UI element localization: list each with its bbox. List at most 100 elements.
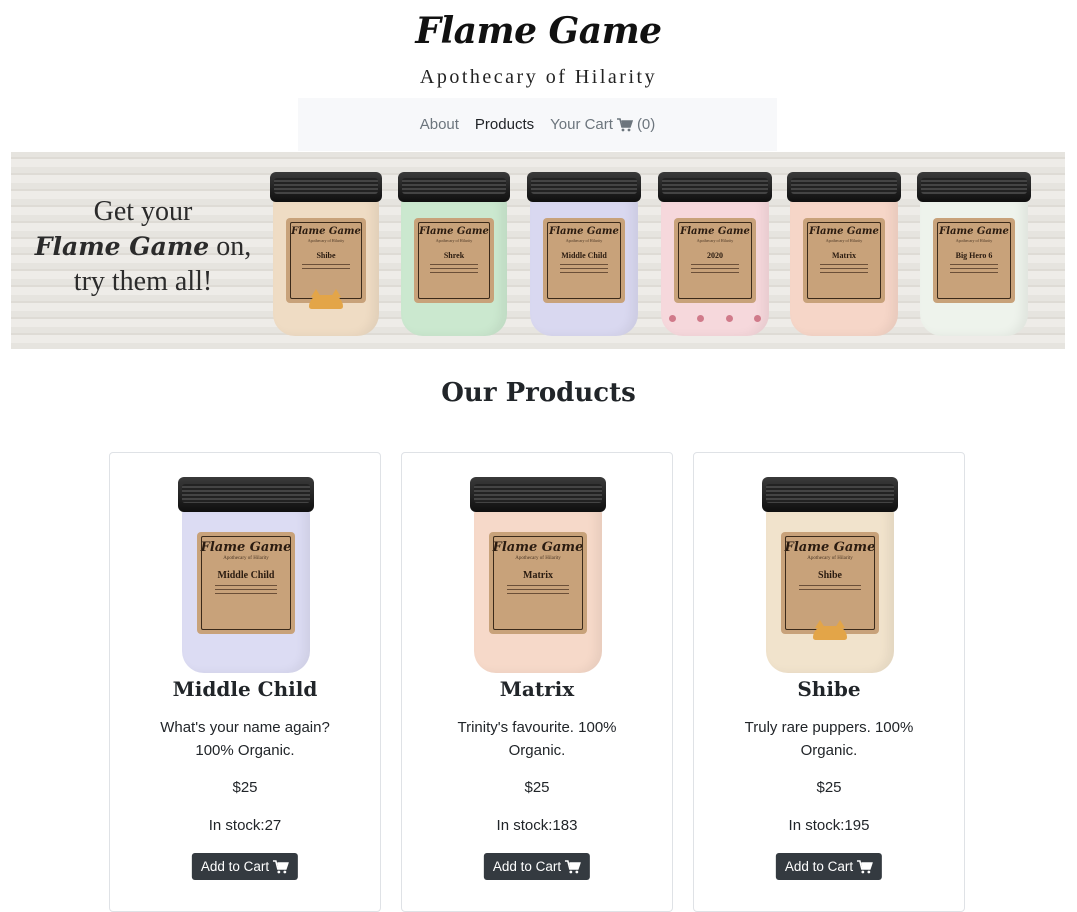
product-image: Flame Game Apothecary of Hilarity Middle… xyxy=(178,477,314,673)
jar-label: Flame Game Apothecary of Hilarity Shibe xyxy=(781,531,879,640)
product-price: $25 xyxy=(232,779,258,796)
section-title: Our Products xyxy=(441,378,636,408)
jar-label: Flame Game Apothecary of Hilarity 2020 xyxy=(673,217,757,304)
jar-label: Flame Game Apothecary of Hilarity Shrek xyxy=(413,217,495,304)
banner-line3: try them all! xyxy=(73,266,213,297)
nav-about[interactable]: About xyxy=(412,116,467,133)
jar-label: Flame Game Apothecary of Hilarity Shibe xyxy=(285,217,367,310)
banner-jar-big-hero-6: Flame Game Apothecary of Hilarity Big He… xyxy=(917,172,1031,336)
jar-label-brand: Flame Game xyxy=(549,225,619,237)
jar-label-lines xyxy=(820,263,868,273)
add-to-cart-button[interactable]: Add to Cart xyxy=(775,853,883,880)
nav-products[interactable]: Products xyxy=(467,116,542,133)
shopping-cart-icon xyxy=(565,859,582,873)
jar-label-sub: Apothecary of Hilarity xyxy=(565,237,603,243)
jar-lid xyxy=(762,477,898,513)
shopping-cart-icon xyxy=(857,859,874,873)
jar-label-name: 2020 xyxy=(707,250,723,260)
jar-label-sub: Apothecary of Hilarity xyxy=(807,555,853,561)
product-image: Flame Game Apothecary of Hilarity Shibe xyxy=(762,477,898,673)
navbar: About Products Your Cart (0) xyxy=(298,98,777,151)
jar-label-lines xyxy=(950,263,998,273)
product-name: Shibe xyxy=(797,677,861,701)
jar-label-sub: Apothecary of Hilarity xyxy=(696,237,734,243)
jar-label: Flame Game Apothecary of Hilarity Middle… xyxy=(542,217,626,304)
jar-lid xyxy=(527,172,641,202)
jar-label-brand: Flame Game xyxy=(291,225,361,237)
add-to-cart-label: Add to Cart xyxy=(200,859,270,874)
jar-lid xyxy=(178,477,314,513)
jar-label-lines xyxy=(799,584,861,590)
cat-ears-icon xyxy=(309,289,343,310)
jar-label-lines xyxy=(507,584,569,594)
jar-label-lines xyxy=(302,263,350,269)
add-to-cart-label: Add to Cart xyxy=(784,859,854,874)
banner-line1: Get your xyxy=(93,196,193,227)
jar-label-name: Shibe xyxy=(316,250,336,260)
jar-label-name: Middle Child xyxy=(217,569,275,581)
product-name: Matrix xyxy=(499,677,575,701)
jar-label-brand: Flame Game xyxy=(492,539,584,555)
flower-dots-decoration xyxy=(669,315,761,322)
add-to-cart-button[interactable]: Add to Cart xyxy=(483,853,591,880)
jar-label-sub: Apothecary of Hilarity xyxy=(955,237,993,243)
jar-label: Flame Game Apothecary of Hilarity Middle… xyxy=(197,531,295,634)
jar-lid xyxy=(398,172,510,202)
jar-label-sub: Apothecary of Hilarity xyxy=(223,555,269,561)
jar-label-sub: Apothecary of Hilarity xyxy=(307,237,345,243)
jar-label-name: Shrek xyxy=(443,250,465,260)
nav-cart[interactable]: Your Cart (0) xyxy=(542,116,663,133)
jar-label-name: Matrix xyxy=(832,250,856,260)
add-to-cart-label: Add to Cart xyxy=(492,859,562,874)
jar-label-name: Big Hero 6 xyxy=(955,250,993,260)
shopping-cart-icon xyxy=(616,117,633,131)
jar-label-sub: Apothecary of Hilarity xyxy=(435,237,473,243)
jar-label-brand: Flame Game xyxy=(419,225,489,237)
banner-jar-shibe: Flame Game Apothecary of Hilarity Shibe xyxy=(270,172,382,336)
nav-cart-count: (0) xyxy=(636,116,656,133)
product-stock: In stock:27 xyxy=(208,817,282,834)
jar-label-lines xyxy=(560,263,608,273)
banner-brand: Flame Game xyxy=(34,232,210,261)
banner-line2-rest: on, xyxy=(209,231,252,262)
nav-cart-label: Your Cart xyxy=(550,116,613,133)
add-to-cart-button[interactable]: Add to Cart xyxy=(191,853,299,880)
jar-label-sub: Apothecary of Hilarity xyxy=(825,237,863,243)
jar-label-name: Matrix xyxy=(523,569,553,581)
tagline: Apothecary of Hilarity xyxy=(419,66,658,88)
product-description: What's your name again? 100% Organic. xyxy=(160,719,330,759)
banner-jar-middle-child: Flame Game Apothecary of Hilarity Middle… xyxy=(527,172,641,336)
product-stock: In stock:195 xyxy=(788,817,870,834)
banner-line2: Flame Game on, xyxy=(33,229,253,264)
jar-lid xyxy=(787,172,901,202)
jar-label-name: Shibe xyxy=(818,569,842,581)
hero-banner: Get your Flame Game on, try them all! Fl… xyxy=(11,152,1065,349)
jar-label-sub: Apothecary of Hilarity xyxy=(515,555,561,561)
jar-lid xyxy=(470,477,606,513)
product-price: $25 xyxy=(816,779,842,796)
jar-label: Flame Game Apothecary of Hilarity Matrix xyxy=(489,531,587,634)
jar-label-lines xyxy=(215,584,277,594)
jar-label-brand: Flame Game xyxy=(200,539,292,555)
product-description: Truly rare puppers. 100% Organic. xyxy=(744,719,914,759)
product-description: Trinity's favourite. 100% Organic. xyxy=(457,719,617,759)
banner-jar-2020: Flame Game Apothecary of Hilarity 2020 xyxy=(658,172,772,336)
jar-label-brand: Flame Game xyxy=(680,225,750,237)
jar-label: Flame Game Apothecary of Hilarity Big He… xyxy=(932,217,1016,304)
banner-jar-shrek: Flame Game Apothecary of Hilarity Shrek xyxy=(398,172,510,336)
product-name: Middle Child xyxy=(172,677,318,701)
banner-jar-matrix: Flame Game Apothecary of Hilarity Matrix xyxy=(787,172,901,336)
jar-label-brand: Flame Game xyxy=(784,539,876,555)
cat-ears-icon xyxy=(813,619,847,640)
product-price: $25 xyxy=(524,779,550,796)
jar-lid xyxy=(658,172,772,202)
jar-label-lines xyxy=(691,263,739,273)
jar-label-brand: Flame Game xyxy=(809,225,879,237)
jar-lid xyxy=(917,172,1031,202)
jar-lid xyxy=(270,172,382,202)
product-image: Flame Game Apothecary of Hilarity Matrix xyxy=(470,477,606,673)
banner-text: Get your Flame Game on, try them all! xyxy=(33,194,253,299)
brand-logo: Flame Game xyxy=(415,10,662,52)
jar-label: Flame Game Apothecary of Hilarity Matrix xyxy=(802,217,886,304)
product-card-shibe: Flame Game Apothecary of Hilarity Shibe … xyxy=(693,452,965,912)
